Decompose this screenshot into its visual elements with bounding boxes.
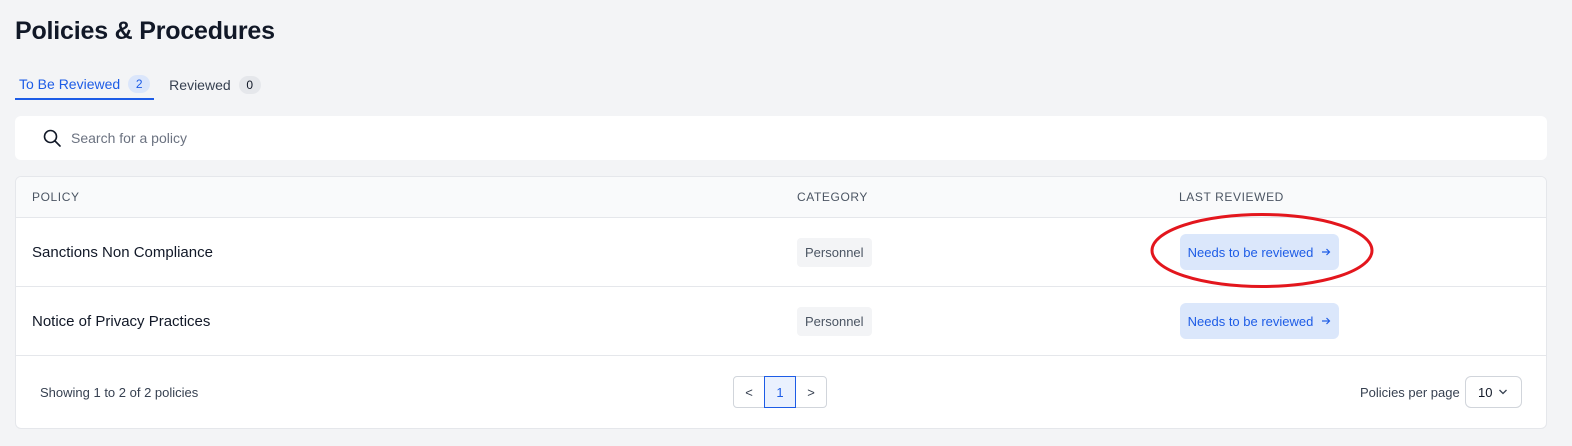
- policy-name[interactable]: Sanctions Non Compliance: [32, 244, 213, 261]
- table-row[interactable]: Notice of Privacy Practices Personnel Ne…: [16, 287, 1546, 356]
- tab-count-badge: 0: [238, 76, 261, 94]
- results-summary: Showing 1 to 2 of 2 policies: [40, 385, 199, 400]
- tab-label: Reviewed: [169, 77, 231, 93]
- search-box: [15, 116, 1547, 160]
- highlight-ellipse-annotation: [1150, 213, 1374, 288]
- arrow-right-icon: [1322, 317, 1331, 325]
- column-header-policy: POLICY: [32, 190, 80, 204]
- column-header-category: CATEGORY: [797, 190, 869, 204]
- next-page-button[interactable]: >: [795, 376, 827, 408]
- policy-name[interactable]: Notice of Privacy Practices: [32, 313, 210, 330]
- per-page-label: Policies per page: [1360, 385, 1460, 400]
- category-badge: Personnel: [797, 307, 872, 336]
- prev-page-button[interactable]: <: [733, 376, 765, 408]
- page-1-button[interactable]: 1: [764, 376, 796, 408]
- column-header-last-reviewed: LAST REVIEWED: [1179, 190, 1284, 204]
- review-button-label: Needs to be reviewed: [1187, 313, 1314, 329]
- search-icon: [43, 129, 61, 147]
- per-page-select[interactable]: 10: [1465, 376, 1522, 408]
- tab-count-badge: 2: [128, 75, 151, 93]
- page-title: Policies & Procedures: [15, 17, 275, 45]
- per-page-value: 10: [1478, 384, 1493, 400]
- tab-to-be-reviewed[interactable]: To Be Reviewed 2: [15, 70, 155, 100]
- search-input[interactable]: [71, 116, 1511, 160]
- tab-reviewed[interactable]: Reviewed 0: [165, 70, 264, 100]
- chevron-down-icon: [1499, 389, 1508, 395]
- category-badge: Personnel: [797, 238, 872, 267]
- needs-review-button[interactable]: Needs to be reviewed: [1180, 303, 1339, 339]
- pagination: < 1 >: [733, 376, 827, 408]
- tab-label: To Be Reviewed: [19, 76, 121, 92]
- tabs: To Be Reviewed 2 Reviewed 0: [15, 70, 265, 100]
